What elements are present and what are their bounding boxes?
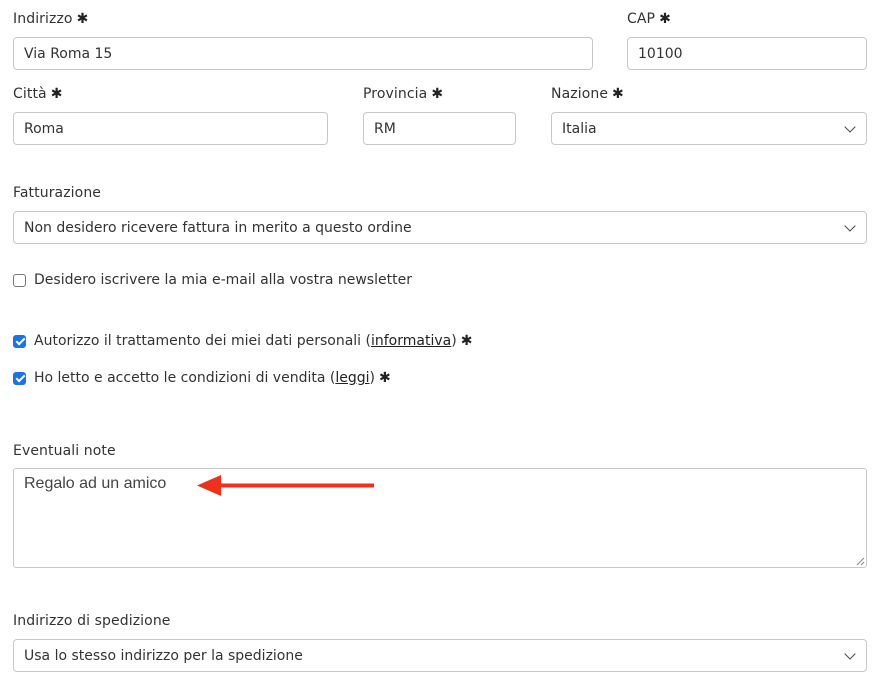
billing-select-value: Non desidero ricevere fattura in merito … <box>24 219 412 236</box>
annotation-arrow-icon <box>197 475 374 496</box>
terms-checkbox[interactable] <box>13 371 26 385</box>
cap-label-text: CAP <box>627 11 656 27</box>
terms-label-close: ) <box>369 370 375 386</box>
province-label-text: Provincia <box>363 86 428 102</box>
country-label-text: Nazione <box>551 86 609 102</box>
billing-select[interactable]: Non desidero ricevere fattura in merito … <box>13 211 867 244</box>
privacy-label-close: ) <box>451 333 457 349</box>
newsletter-label: Desidero iscrivere la mia e-mail alla vo… <box>34 272 412 288</box>
shipping-label: Indirizzo di spedizione <box>13 613 171 629</box>
arrow-head <box>197 475 221 496</box>
province-label: Provincia ✱ <box>363 86 443 102</box>
required-asterisk-icon: ✱ <box>612 86 624 102</box>
city-label: Città ✱ <box>13 86 63 102</box>
country-select-value: Italia <box>562 120 597 137</box>
address-label-text: Indirizzo <box>13 11 73 27</box>
privacy-checkbox[interactable] <box>13 334 26 348</box>
cap-input[interactable]: 10100 <box>627 37 867 70</box>
city-input[interactable]: Roma <box>13 112 328 145</box>
address-input-value: Via Roma 15 <box>24 45 113 62</box>
city-label-text: Città <box>13 86 47 102</box>
cap-label: CAP ✱ <box>627 11 671 27</box>
terms-checkbox-row[interactable]: Ho letto e accetto le condizioni di vend… <box>13 370 391 386</box>
country-select[interactable]: Italia <box>551 112 867 145</box>
billing-label: Fatturazione <box>13 185 102 201</box>
terms-label: Ho letto e accetto le condizioni di vend… <box>34 370 336 386</box>
required-asterisk-icon: ✱ <box>460 333 473 349</box>
newsletter-checkbox-row[interactable]: Desidero iscrivere la mia e-mail alla vo… <box>13 272 412 288</box>
cap-input-value: 10100 <box>638 45 683 62</box>
terms-leggi-link[interactable]: leggi <box>335 370 369 386</box>
required-asterisk-icon: ✱ <box>431 86 444 102</box>
notes-textarea[interactable]: Regalo ad un amico <box>13 468 867 568</box>
newsletter-checkbox[interactable] <box>13 273 26 287</box>
address-input[interactable]: Via Roma 15 <box>13 37 593 70</box>
required-asterisk-icon: ✱ <box>659 11 671 27</box>
privacy-label: Autorizzo il trattamento dei miei dati p… <box>34 333 371 349</box>
shipping-select-value: Usa lo stesso indirizzo per la spedizion… <box>24 647 303 664</box>
privacy-informativa-link[interactable]: informativa <box>371 333 451 349</box>
province-input[interactable]: RM <box>363 112 516 145</box>
notes-label: Eventuali note <box>13 443 116 459</box>
chevron-down-icon <box>844 120 856 133</box>
chevron-down-icon <box>844 647 856 660</box>
chevron-down-icon <box>844 219 856 232</box>
address-label: Indirizzo ✱ <box>13 11 88 27</box>
required-asterisk-icon: ✱ <box>50 86 63 102</box>
notes-textarea-value: Regalo ad un amico <box>24 475 167 492</box>
country-label: Nazione ✱ <box>551 86 624 102</box>
province-input-value: RM <box>374 120 396 137</box>
required-asterisk-icon: ✱ <box>378 370 391 386</box>
privacy-checkbox-row[interactable]: Autorizzo il trattamento dei miei dati p… <box>13 333 472 349</box>
shipping-select[interactable]: Usa lo stesso indirizzo per la spedizion… <box>13 639 867 672</box>
required-asterisk-icon: ✱ <box>76 11 89 27</box>
city-input-value: Roma <box>24 120 64 137</box>
resize-handle-icon[interactable] <box>856 557 865 566</box>
